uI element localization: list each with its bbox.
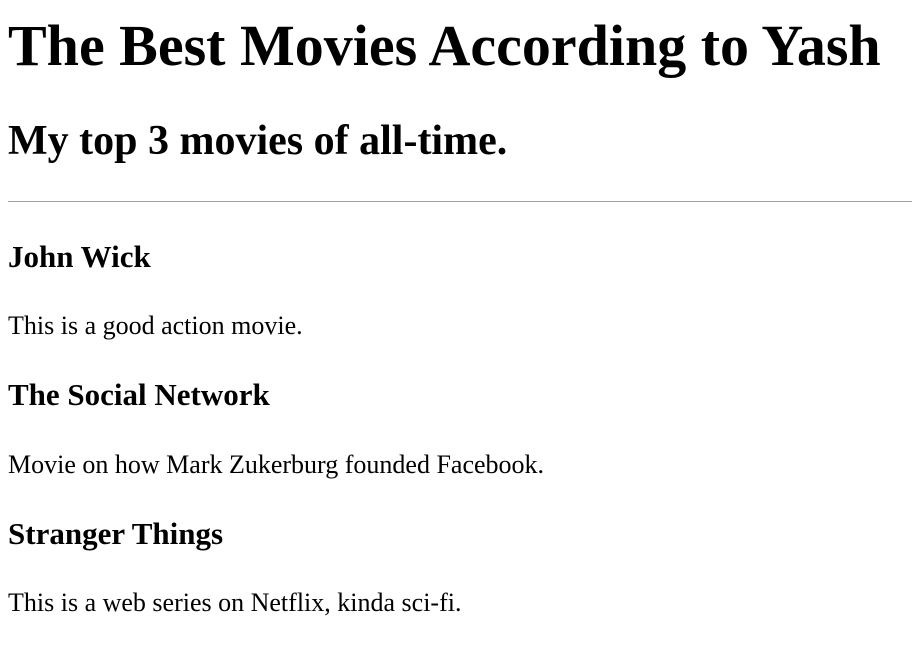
movie-title-stranger-things: Stranger Things bbox=[8, 516, 224, 551]
movie-title-john-wick: John Wick bbox=[8, 239, 151, 274]
divider bbox=[8, 201, 912, 202]
page-title: The Best Movies According to Yash bbox=[8, 13, 881, 78]
movie-title-the-social-network: The Social Network bbox=[8, 377, 270, 412]
page-subtitle: My top 3 movies of all-time. bbox=[8, 118, 508, 164]
movie-description-john-wick: This is a good action movie. bbox=[8, 311, 303, 340]
page: The Best Movies According to Yash My top… bbox=[0, 0, 912, 665]
movie-description-the-social-network: Movie on how Mark Zukerburg founded Face… bbox=[8, 450, 545, 479]
movie-description-stranger-things: This is a web series on Netflix, kinda s… bbox=[8, 588, 462, 617]
